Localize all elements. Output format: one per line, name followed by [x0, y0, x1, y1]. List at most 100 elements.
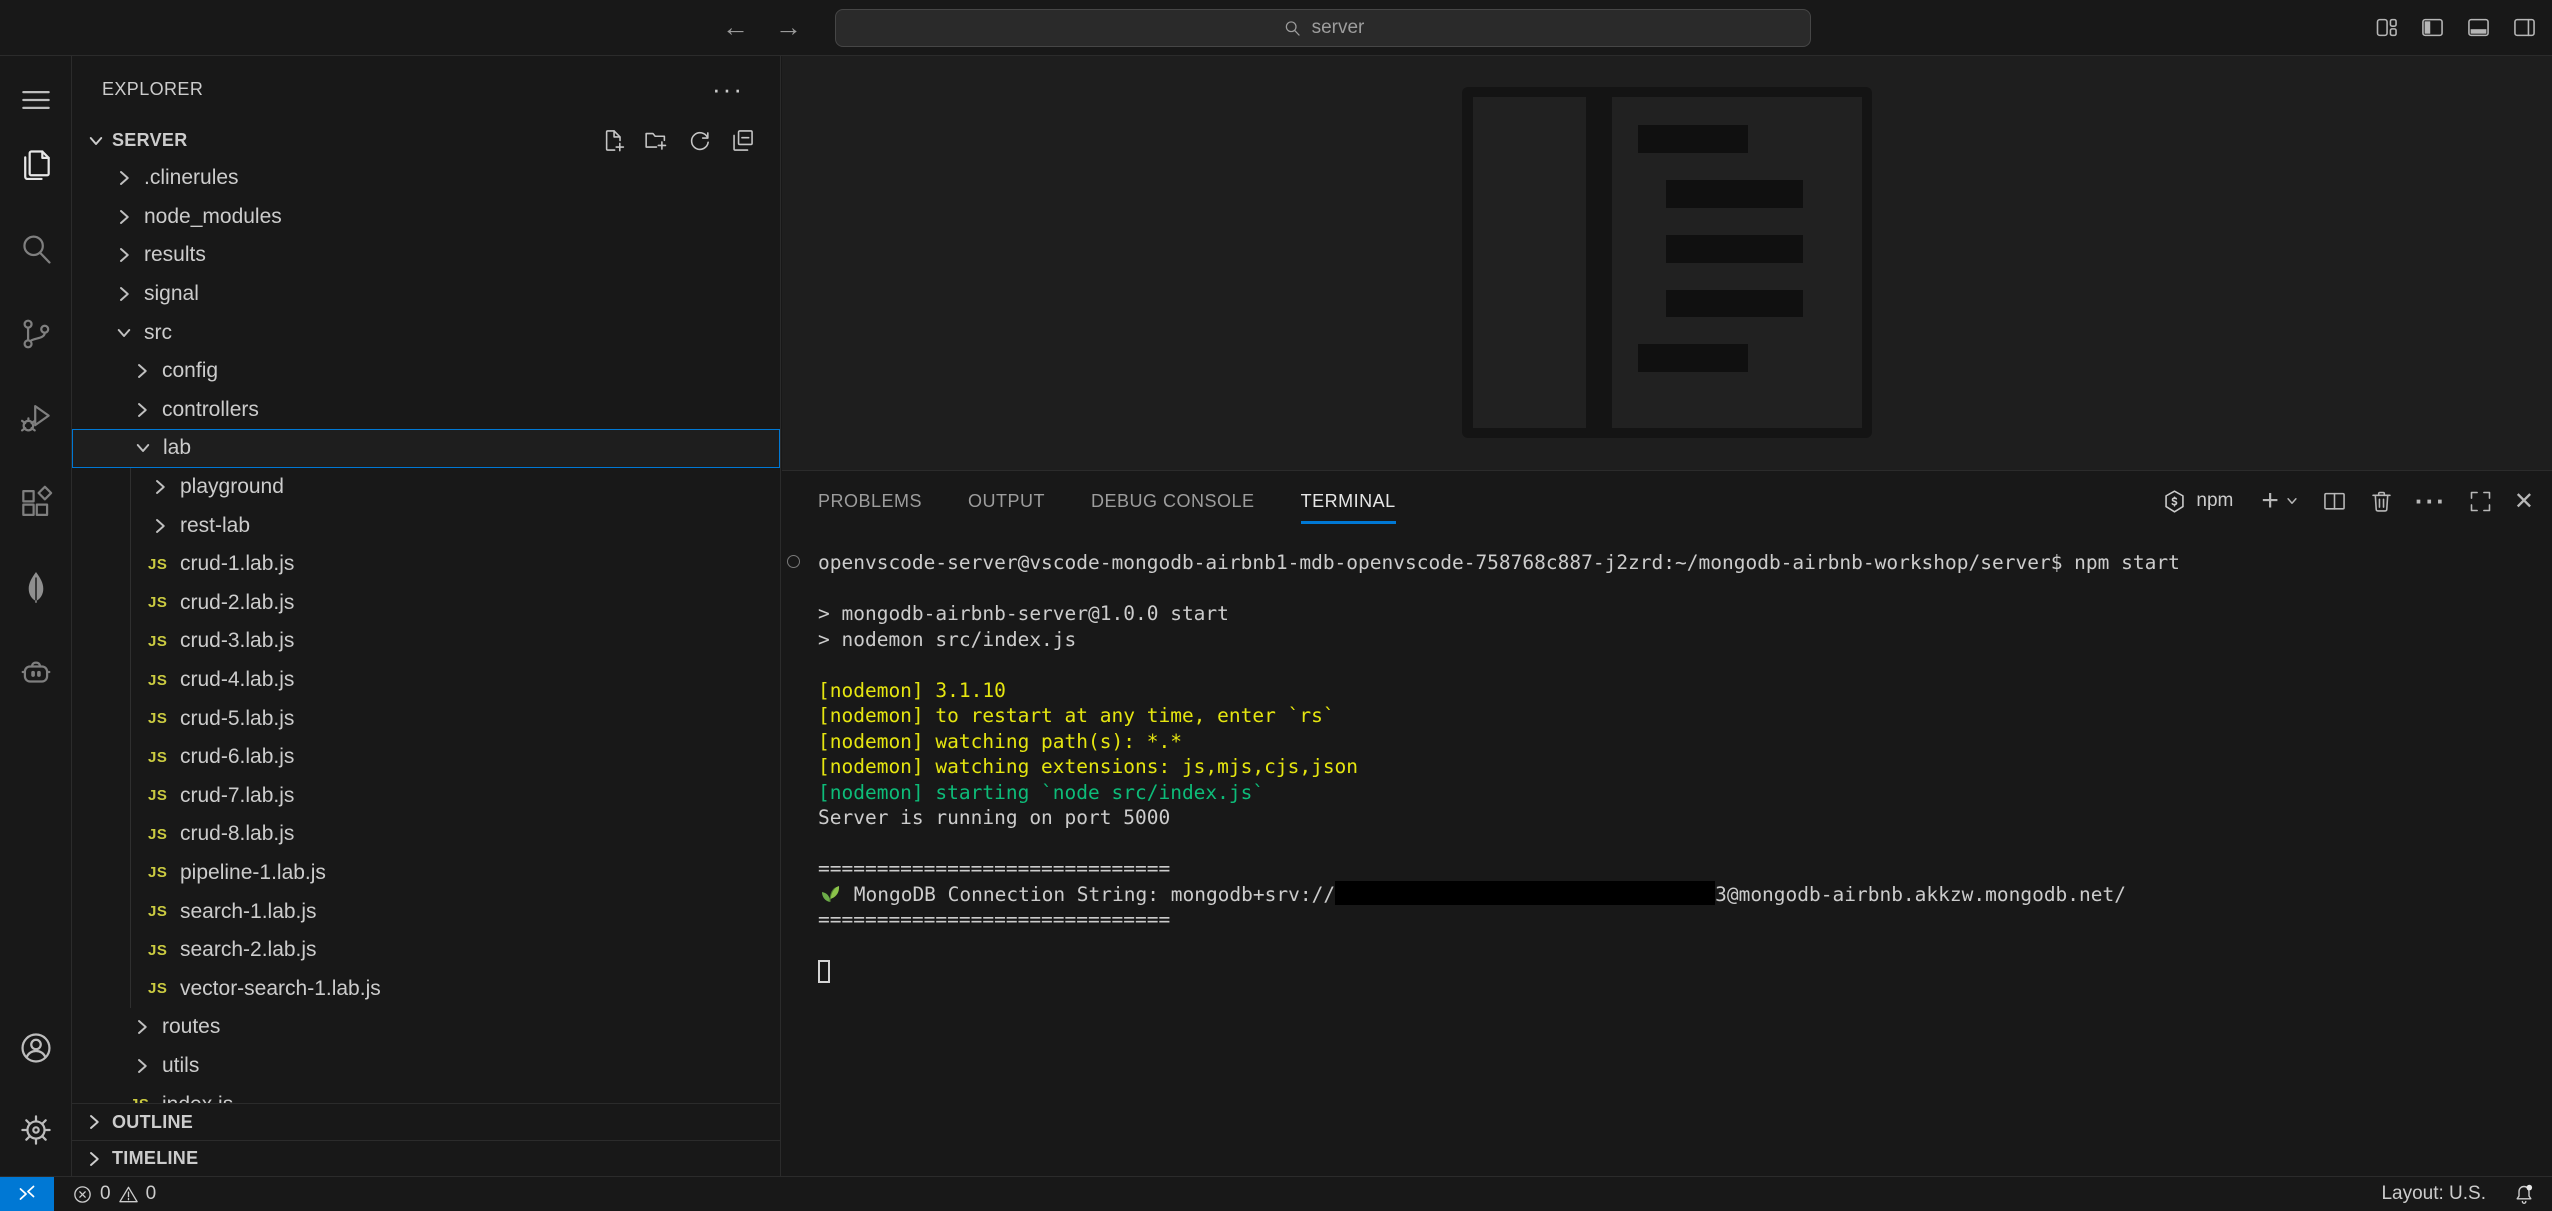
watermark-bar [1666, 180, 1803, 208]
new-folder-icon[interactable] [643, 127, 670, 154]
tree-item-crud-1.lab.js[interactable]: JScrud-1.lab.js [72, 545, 780, 584]
tree-item-label: crud-4.lab.js [180, 668, 294, 692]
section-header-outline[interactable]: OUTLINE [72, 1103, 780, 1140]
panel-tab-terminal[interactable]: TERMINAL [1301, 471, 1396, 531]
source-control-icon[interactable] [0, 306, 72, 362]
tree-item-pipeline-1.lab.js[interactable]: JSpipeline-1.lab.js [72, 854, 780, 893]
js-file-icon: JS [148, 749, 178, 766]
chevron-right-icon [148, 514, 172, 538]
new-file-icon[interactable] [600, 127, 627, 154]
tree-item-node_modules[interactable]: node_modules [72, 198, 780, 237]
terminal-line: ============================== [818, 856, 2542, 882]
tree-item-search-2.lab.js[interactable]: JSsearch-2.lab.js [72, 931, 780, 970]
cline-robot-icon[interactable] [0, 644, 72, 700]
close-panel-icon[interactable]: ✕ [2514, 487, 2534, 516]
tree-item-crud-3.lab.js[interactable]: JScrud-3.lab.js [72, 622, 780, 661]
tree-item-label: controllers [162, 398, 259, 422]
new-terminal-icon[interactable]: + [2261, 491, 2279, 511]
settings-gear-icon[interactable] [0, 1102, 72, 1158]
remote-indicator[interactable] [0, 1177, 54, 1211]
warning-count: 0 [146, 1183, 157, 1205]
section-header-timeline[interactable]: TIMELINE [72, 1140, 780, 1176]
tree-item-lab[interactable]: lab [72, 429, 780, 468]
toggle-primary-sidebar-icon[interactable] [2419, 14, 2446, 41]
command-center-search[interactable]: server [835, 9, 1811, 47]
explorer-more-actions-icon[interactable]: ··· [712, 84, 744, 94]
js-file-icon: JS [148, 594, 178, 611]
terminal-output[interactable]: openvscode-server@vscode-mongodb-airbnb1… [818, 550, 2542, 984]
panel-tab-problems[interactable]: PROBLEMS [818, 471, 922, 531]
tree-item-index.js[interactable]: JSindex.js [72, 1085, 780, 1103]
terminal-line: > nodemon src/index.js [818, 627, 2542, 653]
maximize-panel-icon[interactable] [2467, 488, 2494, 515]
menu-icon[interactable] [0, 72, 72, 128]
tree-item-crud-5.lab.js[interactable]: JScrud-5.lab.js [72, 699, 780, 738]
sidebar-header: EXPLORER ··· [72, 56, 780, 122]
collapse-folders-icon[interactable] [729, 127, 756, 154]
terminal-line [818, 958, 2542, 984]
tree-item-crud-7.lab.js[interactable]: JScrud-7.lab.js [72, 777, 780, 816]
tree-item-playground[interactable]: playground [72, 468, 780, 507]
folder-chevron [130, 1015, 160, 1039]
timeline-label: TIMELINE [112, 1148, 198, 1169]
chevron-right-icon [112, 282, 136, 306]
tree-item-crud-4.lab.js[interactable]: JScrud-4.lab.js [72, 661, 780, 700]
js-file-icon: JS [148, 826, 178, 843]
chevron-down-icon [131, 436, 155, 460]
tree-item-label: playground [180, 475, 284, 499]
panel-tab-debug-console[interactable]: DEBUG CONSOLE [1091, 471, 1255, 531]
toggle-secondary-sidebar-icon[interactable] [2511, 14, 2538, 41]
terminal-instance-npm[interactable]: npm [2161, 488, 2233, 515]
terminal-line [818, 652, 2542, 678]
tree-item-rest-lab[interactable]: rest-lab [72, 506, 780, 545]
tree-item-search-1.lab.js[interactable]: JSsearch-1.lab.js [72, 892, 780, 931]
warning-icon [118, 1184, 139, 1205]
tree-item-crud-8.lab.js[interactable]: JScrud-8.lab.js [72, 815, 780, 854]
watermark-right-panel [1612, 97, 1862, 428]
refresh-icon[interactable] [686, 127, 713, 154]
tree-item-signal[interactable]: signal [72, 275, 780, 314]
tree-item-label: crud-3.lab.js [180, 629, 294, 653]
tree-item-crud-6.lab.js[interactable]: JScrud-6.lab.js [72, 738, 780, 777]
keyboard-layout-status[interactable]: Layout: U.S. [2381, 1183, 2486, 1205]
js-file-icon: JS [148, 787, 178, 804]
split-terminal-icon[interactable] [2321, 488, 2348, 515]
kill-terminal-trash-icon[interactable] [2368, 488, 2395, 515]
tree-item-src[interactable]: src [72, 313, 780, 352]
explorer-icon[interactable] [0, 137, 72, 193]
tree-item-vector-search-1.lab.js[interactable]: JSvector-search-1.lab.js [72, 969, 780, 1008]
chevron-right-icon [112, 205, 136, 229]
navigate-back-button[interactable]: ← [722, 12, 749, 43]
tree-item-label: node_modules [144, 205, 282, 229]
tree-item-.clinerules[interactable]: .clinerules [72, 159, 780, 198]
mongodb-icon[interactable] [0, 559, 72, 615]
tree-item-config[interactable]: config [72, 352, 780, 391]
tree-item-label: crud-2.lab.js [180, 591, 294, 615]
run-and-debug-icon[interactable] [0, 390, 72, 446]
tree-item-label: utils [162, 1054, 199, 1078]
tree-item-utils[interactable]: utils [72, 1047, 780, 1086]
tree-item-label: .clinerules [144, 166, 239, 190]
tree-item-label: src [144, 321, 172, 345]
accounts-icon[interactable] [0, 1020, 72, 1076]
panel-tab-output[interactable]: OUTPUT [968, 471, 1045, 531]
tree-item-label: routes [162, 1015, 220, 1039]
tree-item-crud-2.lab.js[interactable]: JScrud-2.lab.js [72, 584, 780, 623]
toggle-panel-icon[interactable] [2465, 14, 2492, 41]
problems-status[interactable]: 0 0 [72, 1183, 156, 1205]
customize-layout-icon[interactable] [2373, 14, 2400, 41]
js-file-icon: JS [148, 556, 178, 573]
extensions-icon[interactable] [0, 475, 72, 531]
explorer-sidebar: EXPLORER ··· SERVER .clinerules node_modu… [72, 56, 781, 1176]
tree-item-routes[interactable]: routes [72, 1008, 780, 1047]
more-actions-icon[interactable]: ··· [2415, 496, 2447, 506]
search-view-icon[interactable] [0, 221, 72, 277]
folder-chevron [112, 282, 142, 306]
tree-item-controllers[interactable]: controllers [72, 391, 780, 430]
navigate-forward-button[interactable]: → [775, 12, 802, 43]
terminal-dropdown-icon[interactable] [2283, 492, 2301, 510]
tree-item-results[interactable]: results [72, 236, 780, 275]
terminal-line: [nodemon] watching path(s): *.* [818, 729, 2542, 755]
section-header-server[interactable]: SERVER [72, 122, 780, 159]
notifications-bell-icon[interactable] [2512, 1182, 2536, 1206]
